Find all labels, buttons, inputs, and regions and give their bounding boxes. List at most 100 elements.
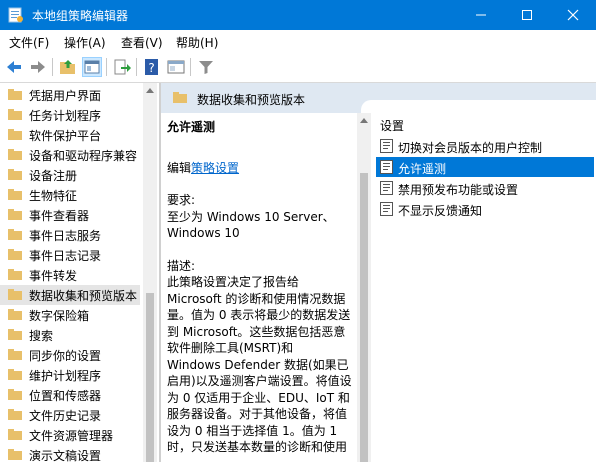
description-scroll-thumb[interactable] — [360, 173, 368, 462]
folder-icon — [8, 89, 22, 100]
setting-label: 切换对会员版本的用户控制 — [398, 141, 543, 155]
folder-icon — [8, 229, 22, 240]
export-list-icon — [114, 59, 131, 75]
settings-column-header[interactable]: 设置 — [380, 117, 404, 134]
maximize-icon — [522, 10, 532, 20]
folder-icon — [8, 349, 22, 360]
show-hide-console-tree-button[interactable] — [82, 57, 102, 77]
tree-item[interactable]: 数据收集和预览版本 — [0, 285, 140, 305]
folder-icon — [8, 109, 22, 120]
toolbar: ? — [0, 52, 596, 83]
tree-item[interactable]: 位置和传感器 — [0, 385, 140, 405]
export-list-button[interactable] — [112, 57, 132, 77]
folder-up-icon — [60, 60, 75, 74]
tree-item[interactable]: 软件保护平台 — [0, 125, 140, 145]
tree-item[interactable]: 设备注册 — [0, 165, 140, 185]
folder-icon — [8, 129, 22, 140]
help-button[interactable]: ? — [142, 57, 162, 77]
tree-item-label: 演示文稿设置 — [29, 449, 102, 462]
tree-item-label: 设备注册 — [29, 169, 78, 183]
folder-icon — [8, 409, 22, 420]
policy-setting-icon — [380, 181, 393, 195]
policy-editor-app-icon — [8, 7, 23, 23]
forward-arrow-icon — [31, 61, 45, 73]
requirements-line: 至少为 Windows 10 Server、 — [167, 209, 335, 224]
policy-setting-icon — [380, 202, 393, 216]
tree-item-label: 生物特征 — [29, 189, 78, 203]
window-title: 本地组策略编辑器 — [32, 9, 129, 23]
description-line: 软件删除工具(MSRT)和 — [167, 341, 294, 355]
toolbar-separator — [190, 58, 191, 76]
menu-file[interactable]: 文件(F) — [9, 34, 49, 51]
title-bar[interactable]: 本地组策略编辑器 — [0, 0, 596, 30]
folder-icon — [8, 149, 22, 160]
tree-item[interactable]: 演示文稿设置 — [0, 445, 140, 462]
tree-item-label: 凭据用户界面 — [29, 89, 102, 103]
setting-row[interactable]: 允许遥测 — [376, 157, 594, 177]
requirements-line: Windows 10 — [167, 226, 240, 240]
tree-item[interactable]: 文件资源管理器 — [0, 425, 140, 445]
back-button[interactable] — [4, 57, 24, 77]
setting-label: 不显示反馈通知 — [398, 204, 483, 218]
description-line: 为 0 仅适用于企业、EDU、IoT 和 — [167, 390, 350, 405]
tree-item[interactable]: 数字保险箱 — [0, 305, 140, 325]
tree-item[interactable]: 设备和驱动程序兼容 — [0, 145, 140, 165]
setting-row[interactable]: 切换对会员版本的用户控制 — [376, 136, 594, 156]
tree-item[interactable]: 事件日志服务 — [0, 225, 140, 245]
description-line: 服务器设备。对于其他设备，将值 — [167, 407, 348, 421]
tree-item[interactable]: 维护计划程序 — [0, 365, 140, 385]
menu-action[interactable]: 操作(A) — [64, 34, 106, 51]
description-line: Microsoft 的诊断和使用情况数据 — [167, 291, 346, 306]
tree-item-label: 文件资源管理器 — [29, 429, 114, 443]
menu-view[interactable]: 查看(V) — [121, 34, 163, 51]
description-line: Windows Defender 数据(如果已 — [167, 357, 349, 372]
tree-item-label: 文件历史记录 — [29, 409, 102, 423]
menu-help[interactable]: 帮助(H) — [176, 34, 218, 51]
tree-item-label: 数字保险箱 — [29, 309, 90, 323]
scroll-up-arrow-icon[interactable] — [146, 87, 154, 93]
tree-scrollbar[interactable] — [143, 83, 157, 462]
close-icon — [567, 9, 579, 21]
folder-icon — [8, 389, 22, 400]
tree-item[interactable]: 文件历史记录 — [0, 405, 140, 425]
tree-item-label: 事件转发 — [29, 269, 78, 283]
folder-icon — [8, 289, 22, 300]
tree-item-label: 搜索 — [29, 329, 54, 343]
setting-row[interactable]: 不显示反馈通知 — [376, 199, 594, 219]
details-header-title: 数据收集和预览版本 — [197, 93, 306, 107]
tree-item[interactable]: 事件查看器 — [0, 205, 140, 225]
tree-item[interactable]: 搜索 — [0, 325, 140, 345]
close-button[interactable] — [550, 0, 596, 30]
setting-label: 禁用预发布功能或设置 — [398, 183, 519, 197]
help-icon: ? — [145, 59, 158, 75]
up-one-level-button[interactable] — [58, 57, 78, 77]
maximize-button[interactable] — [504, 0, 550, 30]
edit-policy-settings-link[interactable]: 策略设置 — [191, 161, 239, 175]
minimize-button[interactable] — [458, 0, 504, 30]
description-line: 启用)以及遥测客户端设置。将值设 — [167, 374, 352, 388]
properties-button[interactable] — [166, 57, 186, 77]
policy-setting-icon — [380, 160, 393, 174]
tree-item[interactable]: 事件日志记录 — [0, 245, 140, 265]
description-label: 描述: — [167, 258, 196, 273]
tree-scroll-thumb[interactable] — [146, 293, 154, 462]
tree-item[interactable]: 同步你的设置 — [0, 345, 140, 365]
tree-item[interactable]: 凭据用户界面 — [0, 85, 140, 105]
tree-item-label: 任务计划程序 — [29, 109, 102, 123]
tree-item[interactable]: 生物特征 — [0, 185, 140, 205]
tree-item-label: 事件日志记录 — [29, 249, 102, 263]
filter-button[interactable] — [196, 57, 216, 77]
scroll-up-arrow-icon[interactable] — [360, 117, 368, 123]
setting-row[interactable]: 禁用预发布功能或设置 — [376, 178, 594, 198]
console-tree-icon — [84, 60, 100, 74]
tree-item[interactable]: 事件转发 — [0, 265, 140, 285]
tree-item-label: 设备和驱动程序兼容 — [29, 149, 138, 163]
forward-button[interactable] — [28, 57, 48, 77]
folder-icon — [8, 309, 22, 320]
group-policy-editor-window: 本地组策略编辑器 文件(F) 操作(A) 查看(V) 帮助(H) ? 凭据用户界… — [0, 0, 596, 462]
tree-item[interactable]: 任务计划程序 — [0, 105, 140, 125]
edit-prefix: 编辑 — [167, 160, 192, 175]
folder-icon — [8, 209, 22, 220]
description-scrollbar[interactable] — [357, 113, 371, 462]
edit-policy-line: 编辑策略设置 — [167, 160, 352, 177]
